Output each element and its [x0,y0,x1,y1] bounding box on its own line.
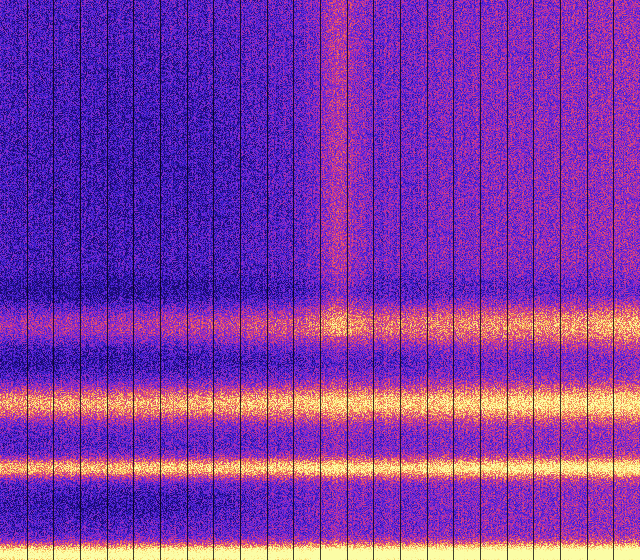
spectrogram-view [0,0,640,560]
spectrogram-image [0,0,640,560]
